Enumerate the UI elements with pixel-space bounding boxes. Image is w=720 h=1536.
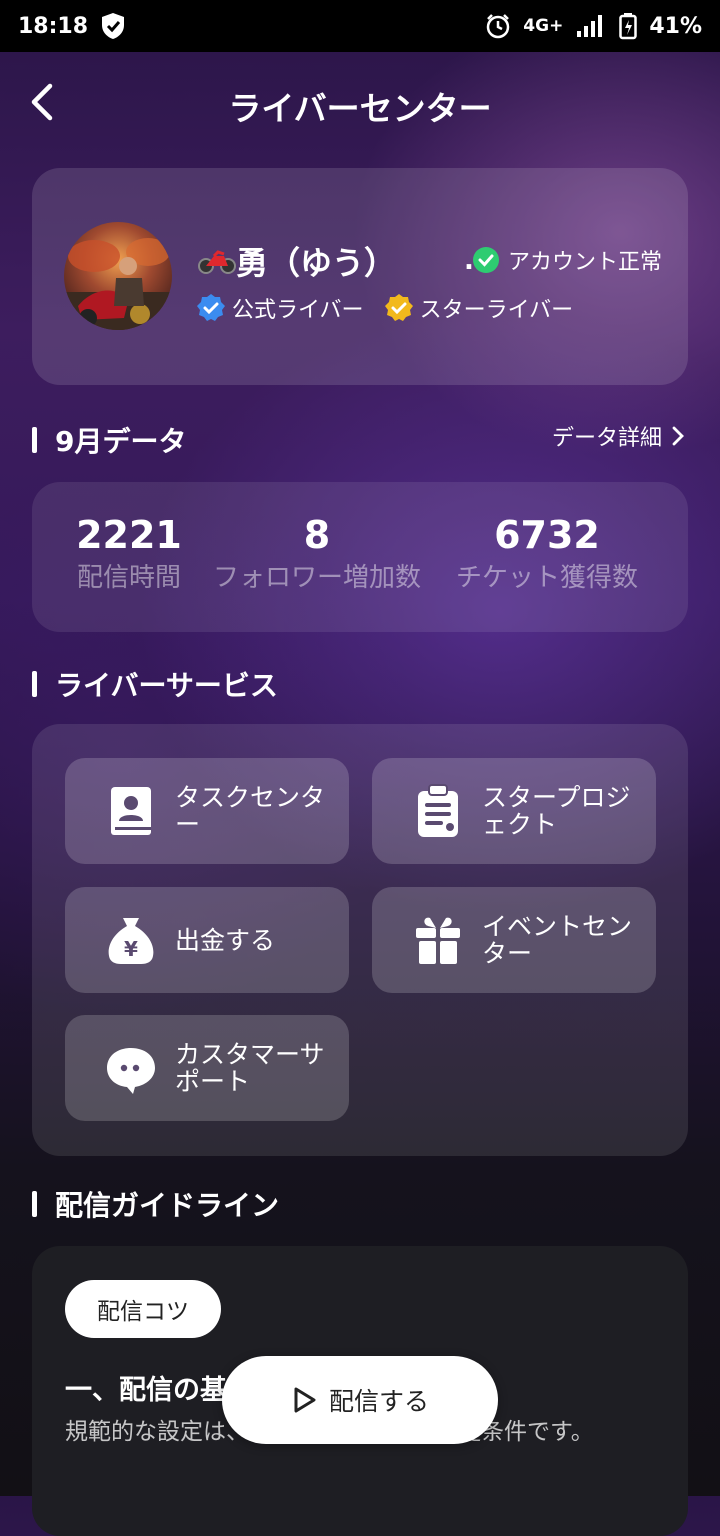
guideline-heading: 一、配信の基 <box>65 1375 227 1406</box>
monthly-data-header: 9月データ <box>32 420 186 460</box>
clock: 18:18 <box>18 13 89 39</box>
go-live-label: 配信する <box>328 1387 429 1416</box>
motorcycle-icon <box>198 250 236 274</box>
withdraw-button[interactable]: ¥ 出金する <box>65 887 349 993</box>
alarm-icon <box>487 14 510 39</box>
account-status: アカウント正常 <box>472 244 662 276</box>
profile-card[interactable]: 勇（ゆう） ... アカウント正常 公式ライバー スターライバー <box>32 168 688 385</box>
streaming-tips-chip[interactable]: 配信コツ <box>65 1280 221 1338</box>
shield-icon <box>102 13 125 39</box>
star-liver-badge: スターライバー <box>419 298 574 323</box>
section-bar <box>32 427 37 453</box>
event-center-button[interactable]: イベントセンター <box>372 887 656 993</box>
services-header: ライバーサービス <box>32 664 278 704</box>
go-live-button[interactable]: 配信する <box>222 1356 498 1444</box>
play-icon <box>294 1387 316 1413</box>
official-liver-badge: 公式ライバー <box>232 298 364 323</box>
stat-value: 8 <box>303 513 331 557</box>
battery-icon <box>619 13 638 40</box>
services-title: ライバーサービス <box>55 669 278 702</box>
stat-tickets: 6732 チケット獲得数 <box>446 512 648 598</box>
contact-book-icon <box>111 787 151 835</box>
header: ライバーセンター <box>0 52 720 156</box>
section-bar <box>32 1191 37 1217</box>
service-label: イベントセンター <box>482 912 633 968</box>
svg-text:¥: ¥ <box>124 937 138 961</box>
monthly-stats-card: 2221 配信時間 8 フォロワー増加数 6732 チケット獲得数 <box>32 482 688 632</box>
liver-name: 勇（ゆう） <box>236 244 397 282</box>
battery-level: 41% <box>649 13 702 39</box>
services-card: タスクセンター スタープロジェクト ¥ 出金する イベントセンター カスタマーサ… <box>32 724 688 1156</box>
task-center-button[interactable]: タスクセンター <box>65 758 349 864</box>
status-bar: 18:18 4G+ 41% <box>0 0 720 52</box>
guideline-body-start: 規範的な設定は、 <box>65 1419 249 1445</box>
network-type: 4G+ <box>523 16 564 36</box>
signal-icon <box>577 15 603 37</box>
chat-bubble-icon <box>107 1048 155 1094</box>
stat-follower-growth: 8 フォロワー増加数 <box>202 512 432 598</box>
data-detail-link[interactable]: データ詳細 <box>552 420 684 452</box>
service-label: カスタマーサポート <box>175 1040 325 1096</box>
official-verified-icon <box>197 294 225 321</box>
badge-row: 公式ライバー スターライバー <box>196 292 573 324</box>
stat-label: フォロワー増加数 <box>212 563 421 593</box>
clipboard-icon <box>418 784 458 837</box>
avatar[interactable] <box>64 222 172 330</box>
stat-label: チケット獲得数 <box>455 563 638 593</box>
check-circle-icon <box>473 247 499 273</box>
money-bag-icon: ¥ <box>108 918 154 964</box>
star-project-button[interactable]: スタープロジェクト <box>372 758 656 864</box>
service-label: スタープロジェクト <box>482 783 631 839</box>
gift-icon <box>416 917 460 964</box>
data-detail-label: データ詳細 <box>551 426 662 451</box>
guideline-header: 配信ガイドライン <box>32 1184 279 1224</box>
account-status-text: アカウント正常 <box>508 250 663 275</box>
customer-support-button[interactable]: カスタマーサポート <box>65 1015 349 1121</box>
monthly-data-title: 9月データ <box>55 425 187 458</box>
chevron-right-icon <box>672 426 684 446</box>
service-label: タスクセンター <box>175 783 326 839</box>
name-row: 勇（ゆう） ... <box>198 238 494 284</box>
service-label: 出金する <box>175 925 276 955</box>
section-bar <box>32 671 37 697</box>
page-title: ライバーセンター <box>228 89 492 128</box>
star-verified-icon <box>384 294 413 321</box>
guideline-title: 配信ガイドライン <box>55 1189 280 1222</box>
stat-streaming-time: 2221 配信時間 <box>72 512 186 598</box>
stat-label: 配信時間 <box>76 563 181 593</box>
stat-value: 6732 <box>494 513 600 557</box>
stat-value: 2221 <box>76 513 182 557</box>
